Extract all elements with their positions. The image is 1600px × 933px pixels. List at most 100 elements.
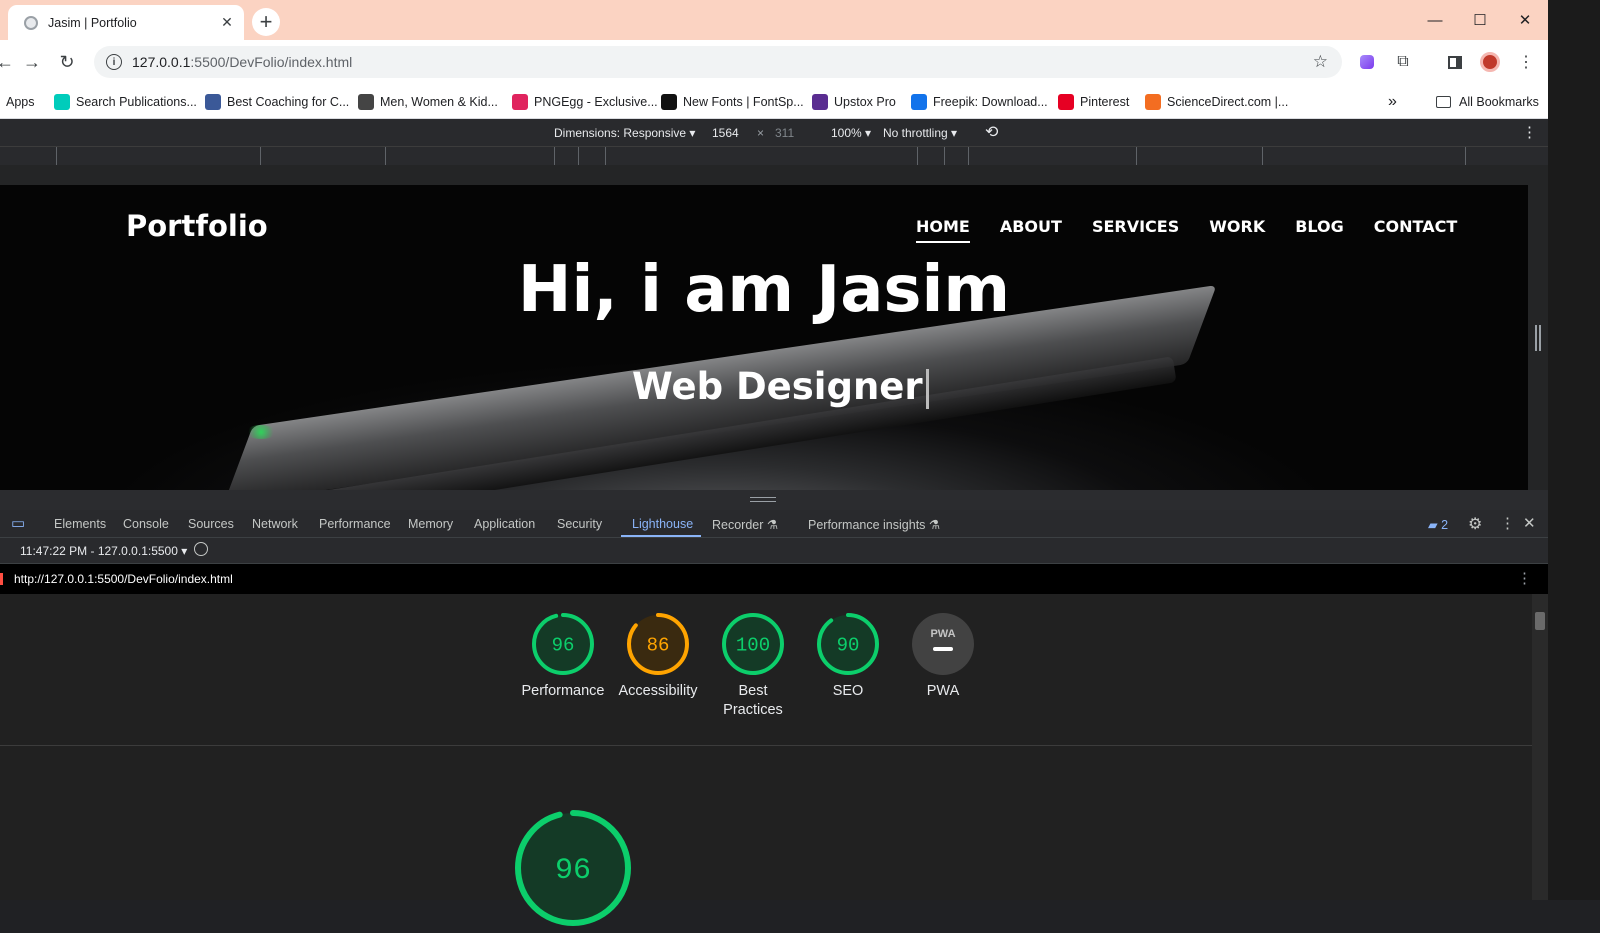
- settings-gear-icon[interactable]: ⚙: [1468, 514, 1482, 534]
- height-input[interactable]: 311: [775, 126, 794, 140]
- tab-close-icon[interactable]: ✕: [218, 14, 236, 32]
- lighthouse-url-bar: http://127.0.0.1:5500/DevFolio/index.htm…: [0, 564, 1548, 594]
- side-panel-icon[interactable]: [1445, 52, 1465, 72]
- nav-contact[interactable]: CONTACT: [1374, 217, 1457, 243]
- bookmark-item[interactable]: Apps: [6, 92, 35, 112]
- tab-memory[interactable]: Memory: [408, 517, 453, 531]
- status-marker: [0, 573, 3, 585]
- devtools-tabbar: ▭ Elements Console Sources Network Perfo…: [0, 510, 1548, 538]
- extensions-puzzle-icon[interactable]: ⧉: [1393, 52, 1413, 72]
- gauge-accessibility[interactable]: 86 Accessibility: [613, 612, 703, 701]
- site-info-icon[interactable]: i: [106, 54, 122, 70]
- bookmark-item[interactable]: Freepik: Download...: [911, 92, 1048, 112]
- bookmark-label: Best Coaching for C...: [227, 95, 350, 109]
- ruler-tick: [605, 147, 606, 165]
- bookmark-item[interactable]: New Fonts | FontSp...: [661, 92, 804, 112]
- width-input[interactable]: 1564: [712, 126, 739, 140]
- address-bar[interactable]: i 127.0.0.1:5500/DevFolio/index.html ☆: [94, 46, 1342, 78]
- media-query-ruler[interactable]: [0, 146, 1548, 165]
- minimize-button[interactable]: —: [1420, 6, 1450, 34]
- tab-recorder[interactable]: Recorder ⚗: [712, 517, 778, 532]
- device-toggle-icon[interactable]: ▭: [11, 514, 25, 532]
- ruler-tick: [968, 147, 969, 165]
- ruler-tick: [385, 147, 386, 165]
- bookmark-item[interactable]: ScienceDirect.com |...: [1145, 92, 1288, 112]
- tab-performance-insights[interactable]: Performance insights ⚗: [808, 517, 940, 532]
- gauge-performance[interactable]: 96 Performance: [518, 612, 608, 701]
- window-close-button[interactable]: ✕: [1510, 6, 1540, 34]
- nav-home[interactable]: HOME: [916, 217, 970, 243]
- ruler-tick: [944, 147, 945, 165]
- scrollbar-thumb[interactable]: [1535, 612, 1545, 630]
- report-select[interactable]: 11:47:22 PM - 127.0.0.1:5500 ▾: [20, 544, 187, 558]
- throttling-select[interactable]: No throttling ▾: [883, 126, 957, 140]
- report-select-label: 11:47:22 PM - 127.0.0.1:5500: [20, 544, 178, 558]
- bookmark-label: ScienceDirect.com |...: [1167, 95, 1289, 109]
- gauge-best-practices[interactable]: 100 Best Practices: [708, 612, 798, 720]
- all-bookmarks-button[interactable]: All Bookmarks: [1436, 92, 1539, 112]
- dimensions-select[interactable]: Dimensions: Responsive ▾: [554, 126, 695, 140]
- viewport-resize-handle[interactable]: [1535, 325, 1541, 351]
- pwa-badge-icon: PWA: [912, 613, 974, 675]
- tab-performance[interactable]: Performance: [319, 517, 391, 531]
- tab-sources[interactable]: Sources: [188, 517, 234, 531]
- more-bookmarks-icon[interactable]: »: [1388, 92, 1397, 112]
- report-menu-icon[interactable]: ⋮: [1517, 569, 1532, 587]
- fontspace-icon: [661, 94, 677, 110]
- tab-elements[interactable]: Elements: [54, 517, 106, 531]
- score-value: 100: [736, 635, 770, 657]
- issues-badge[interactable]: ▰ 2: [1428, 517, 1448, 532]
- nav-services[interactable]: SERVICES: [1092, 217, 1179, 243]
- fashion-icon: [358, 94, 374, 110]
- bookmark-item[interactable]: Men, Women & Kid...: [358, 92, 498, 112]
- clear-report-icon[interactable]: [194, 542, 208, 556]
- reload-icon[interactable]: ↻: [54, 49, 80, 75]
- tab-security[interactable]: Security: [557, 517, 602, 531]
- tab-lighthouse[interactable]: Lighthouse: [632, 517, 693, 531]
- tab-network[interactable]: Network: [252, 517, 298, 531]
- site-logo[interactable]: Portfolio: [126, 209, 268, 243]
- tab-performance-insights-label: Performance insights: [808, 518, 926, 532]
- tab-application[interactable]: Application: [474, 517, 535, 531]
- window-edge: [1548, 0, 1600, 900]
- maximize-button[interactable]: ☐: [1465, 6, 1495, 34]
- hero-title: Hi, i am Jasim: [517, 253, 1011, 327]
- bookmark-item[interactable]: Upstox Pro: [812, 92, 896, 112]
- bookmark-label: Apps: [6, 95, 35, 109]
- nav-about[interactable]: ABOUT: [1000, 217, 1062, 243]
- devtools-close-icon[interactable]: ✕: [1523, 514, 1536, 532]
- new-tab-button[interactable]: +: [252, 8, 280, 36]
- gauge-pwa[interactable]: PWA PWA: [898, 612, 988, 701]
- tab-console[interactable]: Console: [123, 517, 169, 531]
- drag-grip-icon[interactable]: [750, 497, 776, 502]
- pwa-badge-text: PWA: [930, 628, 955, 640]
- browser-menu-icon[interactable]: ⋮: [1516, 52, 1536, 72]
- report-url[interactable]: http://127.0.0.1:5500/DevFolio/index.htm…: [14, 572, 233, 586]
- back-arrow-icon[interactable]: ←: [0, 49, 18, 75]
- bookmark-item[interactable]: Search Publications...: [54, 92, 197, 112]
- profile-avatar[interactable]: [1480, 52, 1500, 72]
- devtools-divider[interactable]: [0, 490, 1548, 510]
- devtools-more-icon[interactable]: ⋮: [1500, 514, 1515, 532]
- score-value: 86: [647, 635, 670, 657]
- gauge-seo[interactable]: 90 SEO: [803, 612, 893, 701]
- rotate-icon[interactable]: ⟲: [985, 122, 998, 142]
- pngegg-icon: [512, 94, 528, 110]
- browser-tab[interactable]: Jasim | Portfolio ✕: [8, 5, 244, 40]
- tab-favicon-icon: [24, 15, 38, 30]
- report-scrollbar[interactable]: [1532, 594, 1548, 900]
- nav-blog[interactable]: BLOG: [1295, 217, 1344, 243]
- forward-arrow-icon[interactable]: →: [19, 49, 45, 75]
- zoom-select[interactable]: 100% ▾: [831, 126, 871, 140]
- chevron-down-icon: ▾: [865, 126, 872, 140]
- device-more-icon[interactable]: ⋮: [1522, 123, 1537, 141]
- extension-purple-icon[interactable]: [1357, 52, 1377, 72]
- score-ring: 100: [722, 613, 784, 675]
- bookmark-item[interactable]: Best Coaching for C...: [205, 92, 349, 112]
- bookmark-label: Search Publications...: [76, 95, 197, 109]
- bookmark-star-icon[interactable]: ☆: [1313, 52, 1328, 72]
- nav-work[interactable]: WORK: [1209, 217, 1265, 243]
- bookmark-item[interactable]: Pinterest: [1058, 92, 1129, 112]
- large-performance-gauge: 96: [513, 808, 633, 933]
- bookmark-item[interactable]: PNGEgg - Exclusive...: [512, 92, 658, 112]
